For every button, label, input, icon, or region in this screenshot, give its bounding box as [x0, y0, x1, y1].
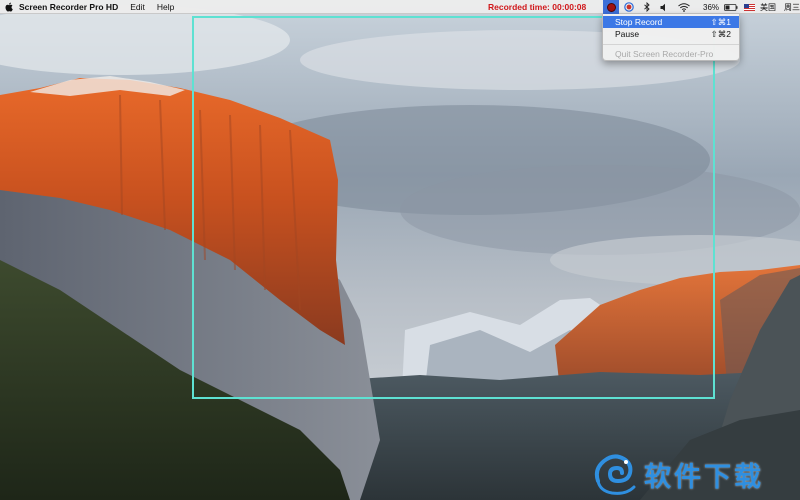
recorder-status-icon[interactable] [603, 0, 619, 14]
bluetooth-icon[interactable] [639, 0, 655, 14]
clock-weekday[interactable]: 周三下 [784, 2, 800, 13]
record-target-icon[interactable] [619, 0, 639, 14]
watermark: 软件下载 [590, 448, 800, 500]
battery-icon[interactable] [722, 0, 740, 14]
menu-item-stop-record[interactable]: Stop Record ⇧⌘1 [603, 16, 739, 28]
record-dot-icon [606, 2, 616, 12]
menu-separator [603, 44, 739, 45]
menu-item-label: Stop Record [615, 17, 663, 27]
us-flag-icon [742, 0, 756, 14]
recorder-dropdown-menu: Stop Record ⇧⌘1 Pause ⇧⌘2 Quit Screen Re… [602, 14, 740, 61]
dragon-logo-icon [594, 454, 636, 495]
menu-bar: Screen Recorder Pro HD Edit Help Recorde… [0, 0, 800, 14]
wifi-icon[interactable] [673, 0, 695, 14]
input-language-label[interactable]: 美国 [760, 2, 776, 13]
menu-item-quit: Quit Screen Recorder-Pro [603, 48, 739, 60]
menu-item-label: Quit Screen Recorder-Pro [615, 49, 714, 59]
menu-item-label: Pause [615, 29, 640, 39]
battery-percent: 36% [703, 2, 720, 12]
menu-help[interactable]: Help [157, 2, 174, 12]
recording-area-frame[interactable] [192, 16, 715, 399]
menu-item-shortcut: ⇧⌘2 [710, 28, 731, 39]
menu-edit[interactable]: Edit [130, 2, 145, 12]
watermark-text: 软件下载 [644, 461, 764, 493]
apple-logo-icon[interactable] [5, 2, 13, 12]
status-area: 36% 美国 周三下 [603, 0, 800, 14]
menu-app-name[interactable]: Screen Recorder Pro HD [19, 2, 118, 12]
menu-item-shortcut: ⇧⌘1 [710, 16, 731, 27]
recorded-time-label: Recorded time: 00:00:08 [488, 2, 587, 12]
menu-item-pause[interactable]: Pause ⇧⌘2 [603, 28, 739, 40]
volume-icon[interactable] [655, 0, 673, 14]
